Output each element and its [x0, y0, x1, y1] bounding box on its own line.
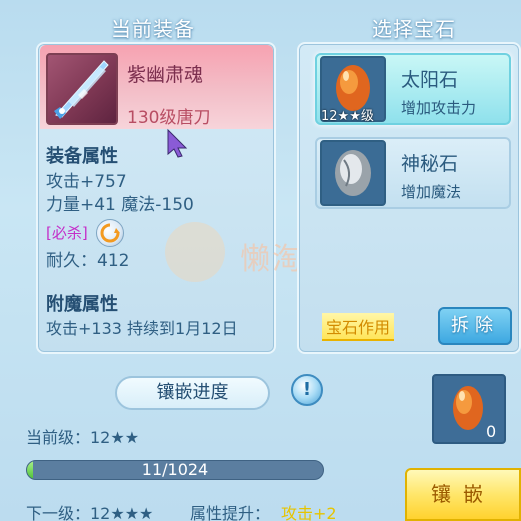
inlay-progress-title: 镶嵌进度: [115, 376, 270, 410]
next-level-label: 下一级：12★★★: [26, 504, 154, 521]
tang-blade-icon[interactable]: [46, 53, 118, 125]
gem-level-badge: 12★★级: [321, 109, 374, 124]
equipment-level: 130级唐刀: [127, 108, 211, 128]
progress-bar-text: 11/1024: [141, 460, 209, 479]
gem-card-mystery-stone[interactable]: 神秘石 增加魔法: [315, 137, 511, 209]
mystery-stone-icon: [320, 140, 386, 206]
refresh-icon[interactable]: [96, 219, 124, 247]
remove-button[interactable]: 拆除: [438, 307, 512, 345]
durability-stat: 耐久：412: [46, 251, 130, 271]
gem-name: 神秘石: [401, 153, 459, 175]
current-level-label: 当前级：12★★: [26, 428, 140, 447]
attr-boost-value: 攻击+2: [281, 504, 337, 521]
equipment-attr-title: 装备属性: [46, 146, 118, 167]
select-gem-title: 选择宝石: [372, 17, 456, 41]
attack-stat: 攻击+757: [46, 172, 127, 192]
watermark-logo: [165, 222, 225, 282]
gem-desc: 增加攻击力: [401, 99, 477, 117]
attr-boost-label: 属性提升：: [190, 504, 271, 521]
gem-effect-link[interactable]: 宝石作用: [322, 313, 395, 341]
gem-name: 太阳石: [401, 69, 459, 91]
current-equipment-title: 当前装备: [111, 17, 195, 41]
cursor-icon: [166, 128, 190, 162]
info-icon[interactable]: !: [291, 374, 323, 406]
critical-tag: [必杀]: [46, 224, 88, 242]
equipment-name: 紫幽肃魂: [127, 64, 204, 86]
slot-count: 0: [486, 422, 497, 441]
strength-magic-stat: 力量+41 魔法-150: [46, 195, 194, 215]
gem-card-sun-stone[interactable]: 12★★级 太阳石 增加攻击力: [315, 53, 511, 125]
inlay-button[interactable]: 镶嵌: [405, 468, 521, 521]
gem-desc: 增加魔法: [401, 183, 462, 201]
enchant-attack-line: 攻击+133 持续到1月12日: [46, 319, 238, 338]
enchant-attr-title: 附魔属性: [46, 294, 118, 315]
